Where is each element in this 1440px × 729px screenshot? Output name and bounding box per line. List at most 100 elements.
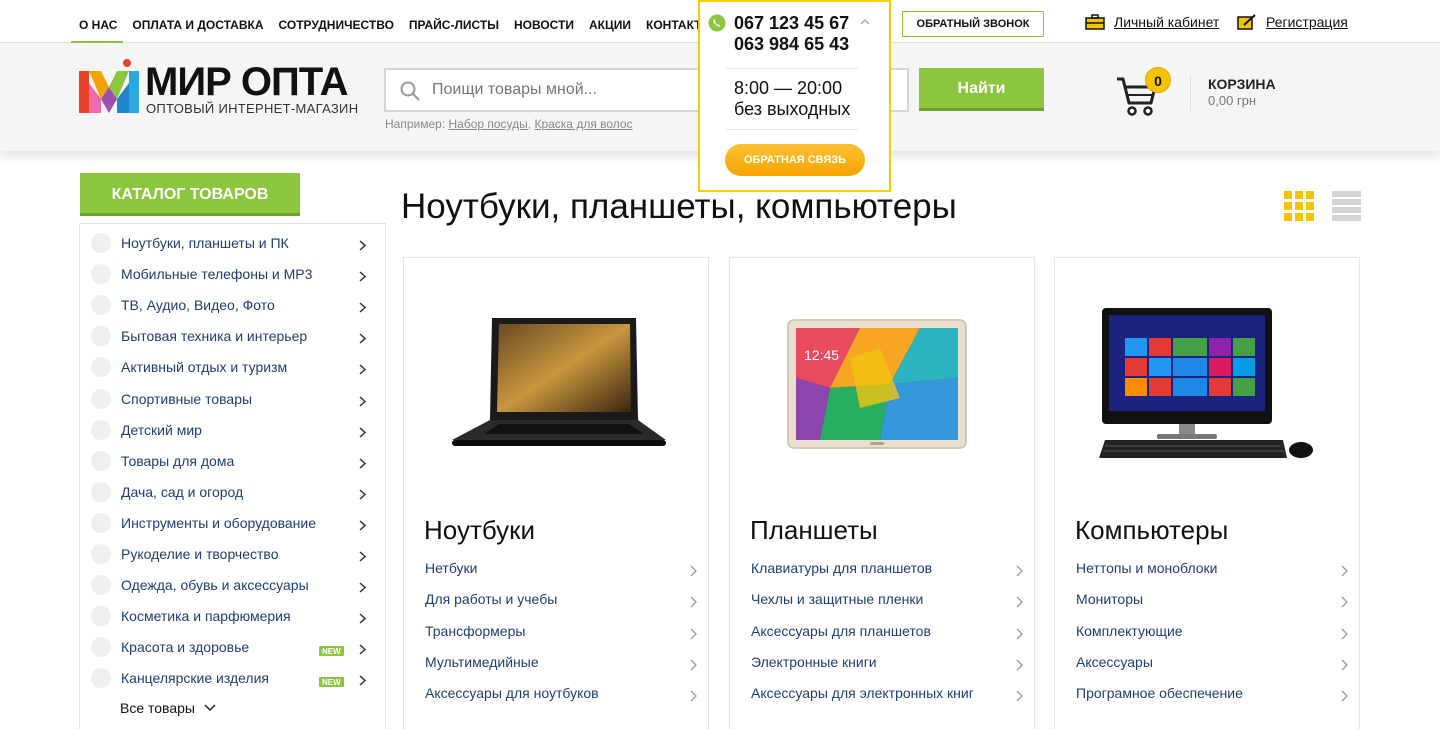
chevron-right-icon [1341, 596, 1348, 608]
category-item[interactable]: Канцелярские изделия NEW [80, 661, 385, 692]
chevron-right-icon [1341, 690, 1348, 702]
logo[interactable]: МИР ОПТА ОПТОВЫЙ ИНТЕРНЕТ-МАГАЗИН [79, 57, 364, 117]
new-badge: NEW [319, 646, 344, 657]
chevron-right-icon [1341, 565, 1348, 577]
subcategory-link[interactable]: Для работы и учебы [425, 591, 697, 622]
chevron-right-icon [1341, 628, 1348, 640]
top-menu-item[interactable]: О НАС [70, 0, 124, 44]
top-menu-item[interactable]: ОПЛАТА И ДОСТАВКА [132, 0, 263, 43]
chevron-right-icon [690, 659, 697, 671]
top-menu: О НАС ОПЛАТА И ДОСТАВКА СОТРУДНИЧЕСТВО ПРАЙ… [70, 0, 728, 44]
subcategory-link[interactable]: Комплектующие [1076, 623, 1348, 654]
card-title[interactable]: Компьютеры [1075, 515, 1228, 546]
card-title[interactable]: Ноутбуки [424, 515, 535, 546]
category-item[interactable]: Ноутбуки, планшеты и ПК [80, 226, 385, 257]
register-link[interactable]: Регистрация [1237, 14, 1348, 30]
cart-button[interactable]: 0 [1115, 67, 1175, 119]
phone-2[interactable]: 063 984 65 43 [734, 34, 849, 55]
category-item[interactable]: Бытовая техника и интерьер [80, 319, 385, 350]
computer-image [1099, 308, 1313, 458]
subcategory-link[interactable]: Аксессуары для ноутбуков [425, 685, 697, 716]
category-label: Товары для дома [121, 452, 235, 469]
chevron-right-icon [1016, 596, 1023, 608]
chevron-right-icon [359, 364, 367, 375]
card-image[interactable] [1055, 288, 1359, 498]
subcategory-link[interactable]: Аксессуары для планшетов [751, 623, 1023, 654]
feedback-button[interactable]: ОБРАТНАЯ СВЯЗЬ [725, 144, 865, 176]
category-dot-icon [91, 264, 111, 285]
grid-view-icon[interactable] [1284, 191, 1314, 221]
cart-title[interactable]: КОРЗИНА [1208, 76, 1276, 92]
subcategory-label: Аксессуары [1076, 653, 1153, 670]
callback-button[interactable]: ОБРАТНЫЙ ЗВОНОК [902, 11, 1044, 37]
category-label: Бытовая техника и интерьер [121, 328, 308, 345]
chevron-right-icon [359, 582, 367, 593]
subcategory-label: Мультимедийные [425, 653, 539, 670]
subcategory-label: Комплектующие [1076, 622, 1183, 639]
cart-divider [1190, 75, 1191, 111]
category-arrow [359, 238, 367, 256]
category-label: Мобильные телефоны и MP3 [121, 266, 313, 283]
phone-1[interactable]: 067 123 45 67 [734, 13, 849, 34]
all-goods-toggle[interactable]: Все товары [120, 700, 216, 716]
subcategory-link[interactable]: Мониторы [1076, 591, 1348, 622]
card-title[interactable]: Планшеты [750, 515, 878, 546]
example-link-1[interactable]: Набор посуды [448, 117, 527, 131]
category-item[interactable]: Рукоделие и творчество [80, 537, 385, 568]
subcategory-label: Аксессуары для электронных книг [751, 685, 974, 702]
category-label: Канцелярские изделия [121, 670, 270, 687]
category-item[interactable]: Спортивные товары [80, 382, 385, 413]
card-links: Неттопы и моноблоки Мониторы Комплектующие… [1076, 560, 1348, 716]
example-link-2[interactable]: Краска для волос [534, 117, 632, 131]
cabinet-link[interactable]: Личный кабинет [1085, 14, 1219, 30]
subcategory-link[interactable]: Аксессуары [1076, 654, 1348, 685]
category-item[interactable]: Красота и здоровье NEW [80, 630, 385, 661]
category-item[interactable]: Товары для дома [80, 444, 385, 475]
subcategory-link[interactable]: Нетбуки [425, 560, 697, 591]
category-item[interactable]: Мобильные телефоны и MP3 [80, 257, 385, 288]
example-prefix: Например: [385, 117, 449, 131]
top-menu-item[interactable]: СОТРУДНИЧЕСТВО [279, 0, 394, 43]
category-dot-icon [91, 419, 111, 440]
card-image[interactable]: 12:45 [730, 288, 1034, 498]
subcategory-link[interactable]: Клавиатуры для планшетов [751, 560, 1023, 591]
top-menu-item[interactable]: ПРАЙС-ЛИСТЫ [409, 0, 499, 43]
subcategory-link[interactable]: Неттопы и моноблоки [1076, 560, 1348, 591]
subcategory-link[interactable]: Электронные книги [751, 654, 1023, 685]
subcategory-link[interactable]: Програмное обеспечение [1076, 685, 1348, 716]
category-item[interactable]: Одежда, обувь и аксессуары [80, 568, 385, 599]
chevron-up-icon[interactable] [860, 18, 870, 25]
find-button[interactable]: Найти [919, 68, 1044, 111]
search-icon [400, 81, 420, 101]
list-view-icon[interactable] [1332, 191, 1361, 221]
subcategory-link[interactable]: Трансформеры [425, 623, 697, 654]
subcategory-label: Неттопы и моноблоки [1076, 560, 1218, 576]
category-list: Ноутбуки, планшеты и ПК Мобильные телефон… [79, 223, 386, 729]
category-dot-icon [91, 326, 111, 347]
catalog-button[interactable]: КАТАЛОГ ТОВАРОВ [80, 173, 300, 216]
top-menu-item[interactable]: НОВОСТИ [514, 0, 574, 43]
category-arrow [359, 362, 367, 380]
category-item[interactable]: Детский мир [80, 413, 385, 444]
subcategory-link[interactable]: Чехлы и защитные пленки [751, 591, 1023, 622]
search-input[interactable] [432, 70, 732, 110]
chevron-right-icon [1016, 659, 1023, 671]
card-image[interactable] [404, 288, 708, 498]
tablet-image: 12:45 [787, 319, 967, 449]
logo-name: МИР ОПТА [145, 60, 349, 104]
category-card: 12:45 Планшеты Клавиатуры для планшетов Че… [729, 257, 1035, 729]
category-item[interactable]: Активный отдых и туризм [80, 350, 385, 381]
category-item[interactable]: Инструменты и оборудование [80, 506, 385, 537]
subcategory-link[interactable]: Мультимедийные [425, 654, 697, 685]
svg-text:12:45: 12:45 [804, 347, 839, 363]
category-arrow [359, 673, 367, 691]
category-label: Активный отдых и туризм [121, 359, 288, 376]
category-item[interactable]: ТВ, Аудио, Видео, Фото [80, 288, 385, 319]
subcategory-link[interactable]: Аксессуары для электронных книг [751, 685, 1023, 716]
chevron-right-icon [690, 596, 697, 608]
category-item[interactable]: Косметика и парфюмерия [80, 599, 385, 630]
popup-divider [726, 68, 858, 69]
chevron-right-icon [359, 489, 367, 500]
category-item[interactable]: Дача, сад и огород [80, 475, 385, 506]
top-menu-item[interactable]: АКЦИИ [589, 0, 631, 43]
